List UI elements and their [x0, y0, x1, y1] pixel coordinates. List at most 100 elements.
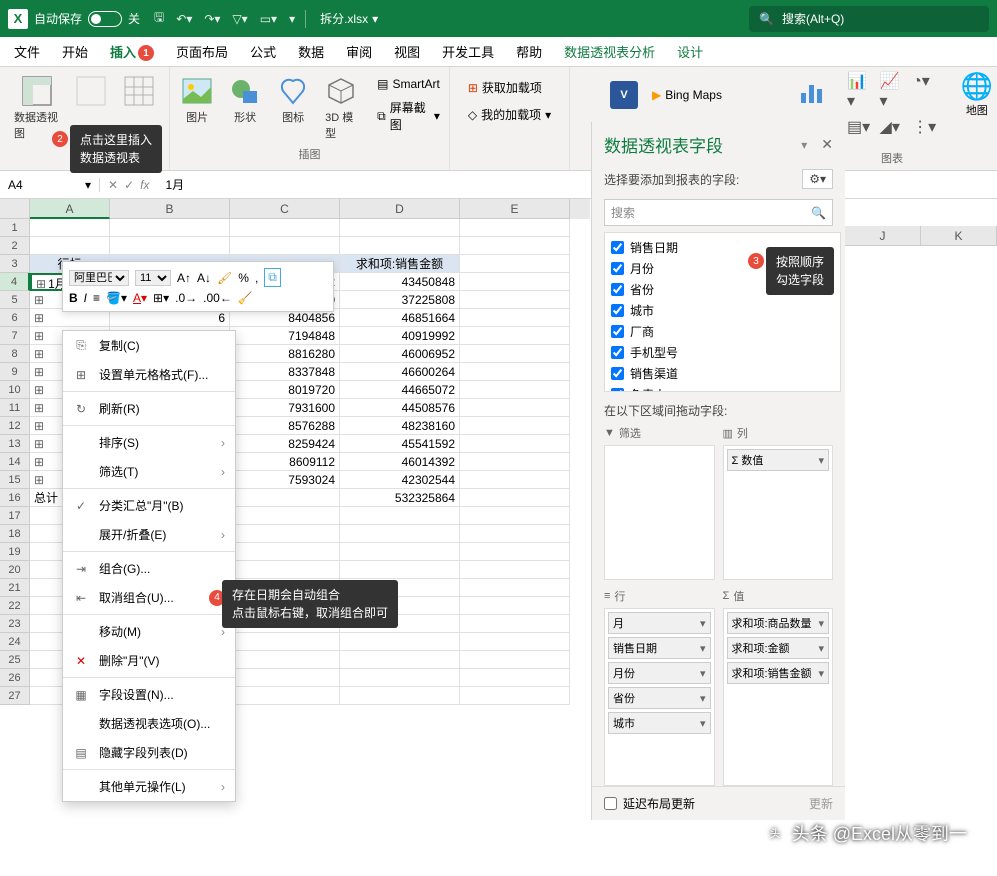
fields-list[interactable]: 3 按照顺序 勾选字段 销售日期 月份 省份 城市 厂商 手机型号 销售渠道 负…: [604, 232, 841, 392]
tab-home[interactable]: 开始: [60, 38, 90, 65]
field-checkbox[interactable]: [611, 304, 624, 317]
size-select[interactable]: 11: [135, 270, 171, 286]
col-header-d[interactable]: D: [340, 199, 460, 219]
area-item[interactable]: 月份▾: [608, 662, 711, 684]
area-item[interactable]: 求和项:销售金额▾: [727, 662, 830, 684]
area-item[interactable]: 求和项:商品数量▾: [727, 612, 830, 634]
area-item[interactable]: 求和项:金额▾: [727, 637, 830, 659]
smartart-button[interactable]: ▤SmartArt: [373, 75, 444, 93]
save-icon[interactable]: 🖫: [154, 8, 164, 29]
rows-area[interactable]: ≡行 月▾销售日期▾月份▾省份▾城市▾: [604, 588, 715, 786]
font-color-icon[interactable]: A▾: [133, 291, 147, 305]
col-header-b[interactable]: B: [110, 199, 230, 219]
bing-maps-button[interactable]: ▶Bing Maps: [648, 77, 726, 113]
area-item[interactable]: 月▾: [608, 612, 711, 634]
tab-insert[interactable]: 插入1: [108, 38, 156, 66]
tab-file[interactable]: 文件: [12, 38, 42, 65]
namebox-dropdown-icon[interactable]: ▾: [85, 178, 91, 192]
file-dropdown-icon[interactable]: ▾: [372, 12, 378, 26]
comma-icon[interactable]: ,: [255, 271, 258, 285]
tab-view[interactable]: 视图: [392, 38, 422, 65]
col-header-a[interactable]: A: [30, 199, 110, 219]
get-addins-button[interactable]: ⊞获取加载项: [464, 77, 555, 98]
picture-button[interactable]: 图片: [175, 71, 219, 145]
field-item[interactable]: 负责人: [605, 384, 840, 392]
increase-font-icon[interactable]: A↑: [177, 271, 191, 285]
menu-group[interactable]: ⇥组合(G)...: [63, 554, 235, 583]
columns-area[interactable]: ▥列 Σ 数值▾: [723, 425, 834, 580]
redo-icon[interactable]: ↷▾: [204, 12, 220, 26]
col-header-j[interactable]: J: [845, 226, 921, 246]
format-painter-icon[interactable]: 🖌: [217, 271, 232, 285]
update-button[interactable]: 更新: [809, 795, 833, 812]
dropdown-icon[interactable]: ▾: [700, 642, 706, 655]
filter-icon[interactable]: ▽▾: [232, 12, 247, 26]
field-checkbox[interactable]: [611, 325, 624, 338]
values-area[interactable]: Σ值 求和项:商品数量▾求和项:金额▾求和项:销售金额▾: [723, 588, 834, 786]
column-chart-icon[interactable]: 📊▾: [847, 71, 874, 111]
align-icon[interactable]: ≡: [93, 291, 100, 305]
menu-subtotal[interactable]: ✓分类汇总"月"(B): [63, 491, 235, 520]
italic-icon[interactable]: I: [84, 291, 87, 305]
tab-help[interactable]: 帮助: [514, 38, 544, 65]
col-header-c[interactable]: C: [230, 199, 340, 219]
clear-format-icon[interactable]: 🧹: [238, 291, 253, 305]
dropdown-icon[interactable]: ▾: [818, 642, 824, 655]
menu-delete[interactable]: ✕删除"月"(V): [63, 646, 235, 675]
formula-bar[interactable]: 1月: [157, 176, 997, 193]
customize-icon[interactable]: ▾: [289, 12, 295, 26]
gear-icon[interactable]: ⚙▾: [802, 169, 833, 189]
dropdown-icon[interactable]: ▾: [700, 717, 706, 730]
3dmodel-button[interactable]: 3D 模型: [319, 71, 363, 145]
menu-hide-field-list[interactable]: ▤隐藏字段列表(D): [63, 738, 235, 767]
tab-review[interactable]: 审阅: [344, 38, 374, 65]
touch-icon[interactable]: ▭▾: [260, 12, 277, 26]
menu-sort[interactable]: 排序(S)›: [63, 428, 235, 457]
decimal-dec-icon[interactable]: .00←: [203, 291, 232, 305]
decrease-font-icon[interactable]: A↓: [197, 271, 211, 285]
rows-box[interactable]: 月▾ 销售日期▾ 月份▾ 省份▾ 城市▾: [604, 608, 715, 786]
merge-icon[interactable]: ⧉: [264, 268, 281, 287]
field-checkbox[interactable]: [611, 346, 624, 359]
area-item[interactable]: 省份▾: [608, 687, 711, 709]
tab-design[interactable]: 设计: [675, 38, 705, 65]
bold-icon[interactable]: B: [69, 291, 78, 305]
enter-icon[interactable]: ✓: [124, 178, 134, 192]
dropdown-icon[interactable]: ▾: [700, 667, 706, 680]
percent-icon[interactable]: %: [238, 271, 249, 285]
pie-chart-icon[interactable]: ◔▾: [912, 71, 939, 111]
dropdown-icon[interactable]: ▾: [700, 617, 706, 630]
menu-copy[interactable]: ⎘复制(C): [63, 331, 235, 360]
visio-button[interactable]: V: [604, 77, 644, 113]
area-item[interactable]: 销售日期▾: [608, 637, 711, 659]
area-item[interactable]: 城市▾: [608, 712, 711, 734]
col-header-e[interactable]: E: [460, 199, 570, 219]
decimal-inc-icon[interactable]: .0→: [175, 291, 197, 305]
defer-checkbox[interactable]: [604, 797, 617, 810]
field-item[interactable]: 厂商: [605, 321, 840, 342]
menu-pivot-options[interactable]: 数据透视表选项(O)...: [63, 709, 235, 738]
area-item[interactable]: Σ 数值▾: [727, 449, 830, 471]
menu-field-settings[interactable]: ▦字段设置(N)...: [63, 680, 235, 709]
columns-box[interactable]: Σ 数值▾: [723, 445, 834, 580]
filter-box[interactable]: [604, 445, 715, 580]
map-button[interactable]: 🌐 地图: [961, 71, 993, 137]
area-chart-icon[interactable]: ◢▾: [880, 117, 907, 137]
values-box[interactable]: 求和项:商品数量▾ 求和项:金额▾ 求和项:销售金额▾: [723, 608, 834, 786]
undo-icon[interactable]: ↶▾: [176, 12, 192, 26]
tab-formulas[interactable]: 公式: [248, 38, 278, 65]
field-checkbox[interactable]: [611, 262, 624, 275]
dropdown-icon[interactable]: ▾: [818, 454, 824, 467]
field-checkbox[interactable]: [611, 283, 624, 296]
shapes-button[interactable]: 形状: [223, 71, 267, 145]
tab-pagelayout[interactable]: 页面布局: [174, 38, 230, 65]
field-item[interactable]: 销售渠道: [605, 363, 840, 384]
filter-area[interactable]: ▼筛选: [604, 425, 715, 580]
menu-format-cells[interactable]: ⊞设置单元格格式(F)...: [63, 360, 235, 389]
menu-refresh[interactable]: ↻刷新(R): [63, 394, 235, 423]
search-box[interactable]: 🔍 搜索(Alt+Q): [749, 6, 989, 32]
my-addins-button[interactable]: ◇我的加载项▾: [464, 104, 555, 125]
icons-button[interactable]: 图标: [271, 71, 315, 145]
close-icon[interactable]: ✕: [821, 136, 833, 153]
dropdown-icon[interactable]: ▾: [818, 617, 824, 630]
